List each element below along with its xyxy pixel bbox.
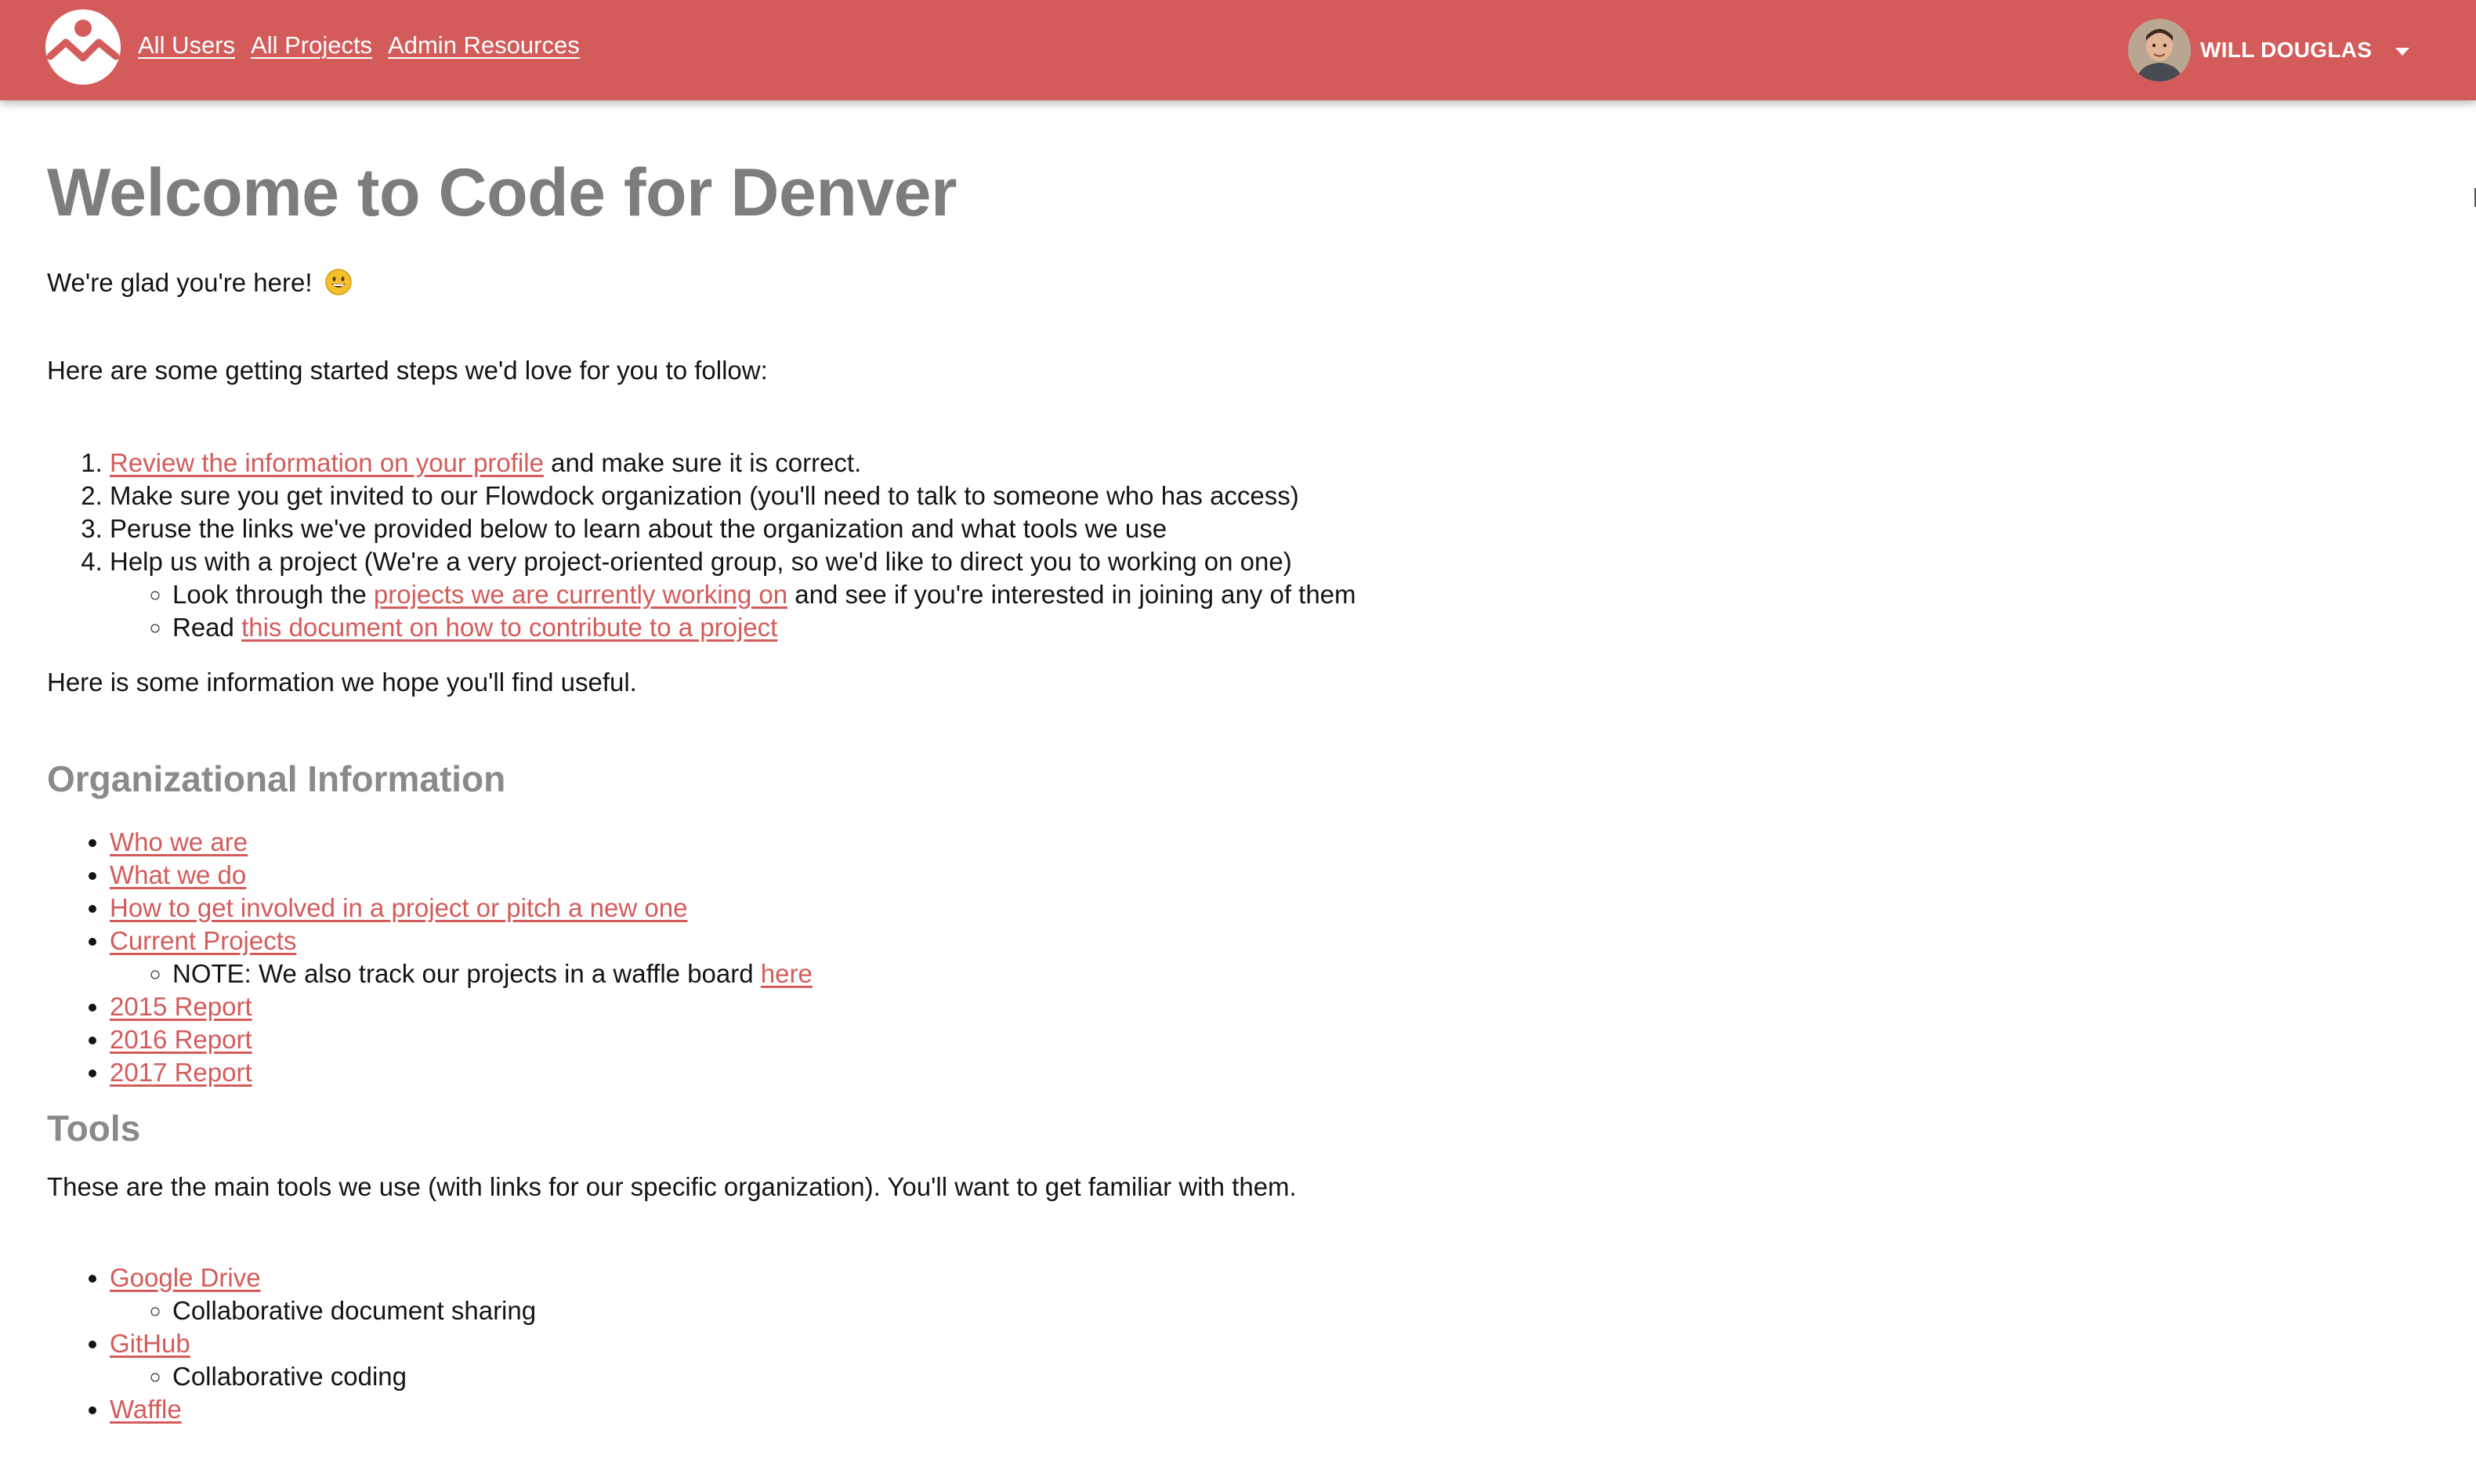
org-info-list: Who we are What we do How to get involve… <box>47 826 2445 1089</box>
nav-all-projects-link[interactable]: All Projects <box>251 31 372 60</box>
step-3-text: Peruse the links we've provided below to… <box>110 514 1167 543</box>
waffle-board-here-link[interactable]: here <box>761 959 813 988</box>
report-2017-link[interactable]: 2017 Report <box>110 1058 252 1087</box>
chevron-down-icon[interactable] <box>2395 48 2410 56</box>
greeting-label: We're glad you're here! <box>47 268 313 297</box>
github-sublist: Collaborative coding <box>110 1360 2445 1393</box>
current-projects-link[interactable]: projects we are currently working on <box>374 580 787 609</box>
list-item: Who we are <box>110 826 2445 859</box>
list-item: Google Drive Collaborative document shar… <box>110 1261 2445 1327</box>
step-4-sub-2-pre: Read <box>172 613 242 642</box>
google-drive-desc: Collaborative document sharing <box>172 1294 2445 1327</box>
waffle-note: NOTE: We also track our projects in a wa… <box>172 957 2445 990</box>
who-we-are-link[interactable]: Who we are <box>110 827 248 856</box>
list-item: 2015 Report <box>110 990 2445 1023</box>
top-navigation-bar: All Users All Projects Admin Resources W… <box>0 0 2476 100</box>
intro-text: Here are some getting started steps we'd… <box>47 356 768 385</box>
get-involved-link[interactable]: How to get involved in a project or pitc… <box>110 893 687 922</box>
tools-heading: Tools <box>47 1108 141 1149</box>
step-2: Make sure you get invited to our Flowdoc… <box>110 480 2445 512</box>
tools-intro-text: These are the main tools we use (with li… <box>47 1172 1297 1201</box>
info-intro-text: Here is some information we hope you'll … <box>47 668 637 697</box>
user-menu[interactable]: WILL DOUGLAS <box>2128 17 2410 83</box>
list-item: GitHub Collaborative coding <box>110 1327 2445 1393</box>
code-for-denver-logo-icon[interactable] <box>44 8 122 86</box>
page-title: Welcome to Code for Denver <box>47 155 957 230</box>
step-4: Help us with a project (We're a very pro… <box>110 545 2445 644</box>
step-4-sub-2: Read this document on how to contribute … <box>172 611 2445 644</box>
nav-all-users-link[interactable]: All Users <box>138 31 235 60</box>
list-item: 2016 Report <box>110 1023 2445 1056</box>
tools-list: Google Drive Collaborative document shar… <box>47 1261 2445 1426</box>
current-projects-page-link[interactable]: Current Projects <box>110 926 296 955</box>
avatar[interactable] <box>2128 19 2191 81</box>
grinning-face-icon <box>324 268 353 296</box>
list-item: Waffle <box>110 1393 2445 1426</box>
report-2016-link[interactable]: 2016 Report <box>110 1025 252 1054</box>
review-profile-link[interactable]: Review the information on your profile <box>110 448 544 477</box>
step-4-sub-1-pre: Look through the <box>172 580 374 609</box>
step-2-text: Make sure you get invited to our Flowdoc… <box>110 481 1299 510</box>
step-1-text: and make sure it is correct. <box>543 448 862 477</box>
current-projects-sublist: NOTE: We also track our projects in a wa… <box>110 957 2445 990</box>
org-info-heading: Organizational Information <box>47 758 506 799</box>
google-drive-link[interactable]: Google Drive <box>110 1263 261 1292</box>
list-item: 2017 Report <box>110 1056 2445 1089</box>
greeting-text: We're glad you're here! <box>47 266 2445 299</box>
step-4-text: Help us with a project (We're a very pro… <box>110 547 1292 576</box>
step-4-sub-1: Look through the projects we are current… <box>172 578 2445 611</box>
waffle-link[interactable]: Waffle <box>110 1395 182 1424</box>
what-we-do-link[interactable]: What we do <box>110 860 246 889</box>
report-2015-link[interactable]: 2015 Report <box>110 992 252 1021</box>
step-3: Peruse the links we've provided below to… <box>110 512 2445 545</box>
main-content: Welcome to Code for Denver We're glad yo… <box>47 100 2445 1426</box>
list-item: What we do <box>110 859 2445 892</box>
waffle-note-text: NOTE: We also track our projects in a wa… <box>172 959 761 988</box>
step-4-sub-1-post: and see if you're interested in joining … <box>787 580 1356 609</box>
nav-admin-resources-link[interactable]: Admin Resources <box>388 31 580 60</box>
google-drive-sublist: Collaborative document sharing <box>110 1294 2445 1327</box>
main-nav: All Users All Projects Admin Resources <box>138 31 580 60</box>
user-name[interactable]: WILL DOUGLAS <box>2200 38 2372 63</box>
list-item: Current Projects NOTE: We also track our… <box>110 925 2445 990</box>
window-edge-marker <box>2470 188 2476 207</box>
step-1: Review the information on your profile a… <box>110 447 2445 480</box>
contribute-document-link[interactable]: this document on how to contribute to a … <box>241 613 777 642</box>
github-link[interactable]: GitHub <box>110 1329 190 1358</box>
step-4-sublist: Look through the projects we are current… <box>110 578 2445 644</box>
github-desc: Collaborative coding <box>172 1360 2445 1393</box>
getting-started-steps: Review the information on your profile a… <box>47 447 2445 644</box>
list-item: How to get involved in a project or pitc… <box>110 892 2445 925</box>
